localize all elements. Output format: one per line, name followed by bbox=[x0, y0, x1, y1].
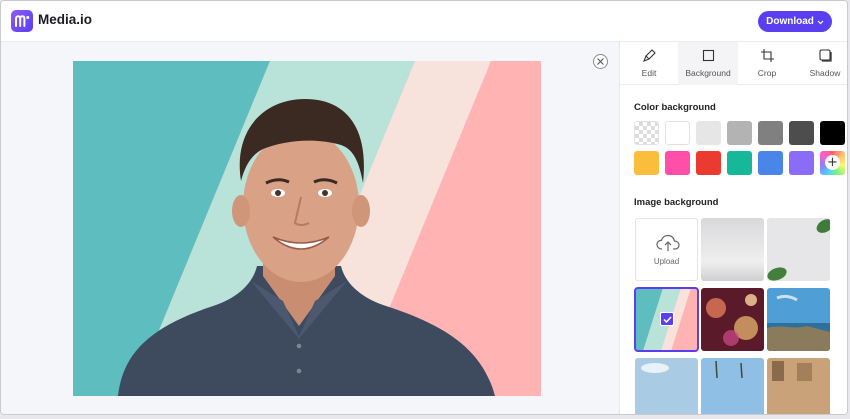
top-bar: Media.io Download bbox=[1, 1, 847, 42]
crop-icon bbox=[761, 49, 774, 62]
cloud-upload-icon bbox=[656, 234, 680, 251]
app-window: Media.io Download Edit Background Crop S… bbox=[0, 0, 848, 415]
swatch-blue[interactable] bbox=[758, 151, 783, 175]
brand-name: Media.io bbox=[38, 12, 93, 27]
tab-shadow-label: Shadow bbox=[809, 68, 841, 78]
bg-thumb-palm-city[interactable] bbox=[701, 358, 764, 414]
tab-bar: Edit Background Crop Shadow bbox=[620, 42, 847, 85]
selected-check-icon bbox=[660, 312, 674, 326]
brush-icon bbox=[643, 49, 656, 62]
tab-background[interactable]: Background bbox=[678, 42, 738, 85]
tab-crop[interactable]: Crop bbox=[738, 42, 796, 85]
bg-thumb-leaves[interactable] bbox=[767, 218, 830, 281]
chevron-down-icon bbox=[817, 20, 824, 24]
swatch-yellow[interactable] bbox=[634, 151, 659, 175]
plus-icon: + bbox=[825, 155, 840, 170]
bg-thumb-pastel-stripes[interactable] bbox=[634, 287, 699, 352]
swatch-purple[interactable] bbox=[789, 151, 814, 175]
swatch-black[interactable] bbox=[820, 121, 845, 145]
media-io-logo[interactable] bbox=[11, 10, 33, 32]
close-icon[interactable] bbox=[593, 54, 608, 69]
bg-thumb-seaside[interactable] bbox=[767, 288, 830, 351]
swatch-transparent[interactable] bbox=[634, 121, 659, 145]
swatch-pink[interactable] bbox=[665, 151, 690, 175]
download-label: Download bbox=[766, 16, 814, 27]
download-button[interactable]: Download bbox=[758, 11, 832, 32]
custom-color-button[interactable]: + bbox=[820, 151, 845, 175]
bg-thumb-bokeh[interactable] bbox=[701, 288, 764, 351]
swatch-white[interactable] bbox=[665, 121, 690, 145]
color-background-title: Color background bbox=[634, 102, 716, 113]
image-background-title: Image background bbox=[634, 197, 719, 208]
bg-thumb-old-town[interactable] bbox=[767, 358, 830, 414]
swatch-grey[interactable] bbox=[727, 121, 752, 145]
swatch-dark-grey[interactable] bbox=[789, 121, 814, 145]
side-panel: Edit Background Crop Shadow Color backgr… bbox=[619, 42, 847, 414]
swatch-red[interactable] bbox=[696, 151, 721, 175]
preview-image[interactable] bbox=[73, 61, 541, 396]
tab-background-label: Background bbox=[685, 68, 731, 78]
tab-shadow[interactable]: Shadow bbox=[796, 42, 847, 85]
upload-background-button[interactable]: Upload bbox=[635, 218, 698, 281]
upload-label: Upload bbox=[653, 257, 680, 266]
shadow-icon bbox=[819, 49, 832, 62]
canvas-area bbox=[1, 42, 619, 414]
tab-edit-label: Edit bbox=[641, 68, 657, 78]
tab-crop-label: Crop bbox=[757, 68, 777, 78]
background-icon bbox=[702, 49, 715, 62]
swatch-green[interactable] bbox=[727, 151, 752, 175]
swatch-light-grey[interactable] bbox=[696, 121, 721, 145]
bg-thumb-studio[interactable] bbox=[701, 218, 764, 281]
tab-edit[interactable]: Edit bbox=[620, 42, 678, 85]
swatch-mid-grey[interactable] bbox=[758, 121, 783, 145]
bg-thumb-sky[interactable] bbox=[635, 358, 698, 414]
